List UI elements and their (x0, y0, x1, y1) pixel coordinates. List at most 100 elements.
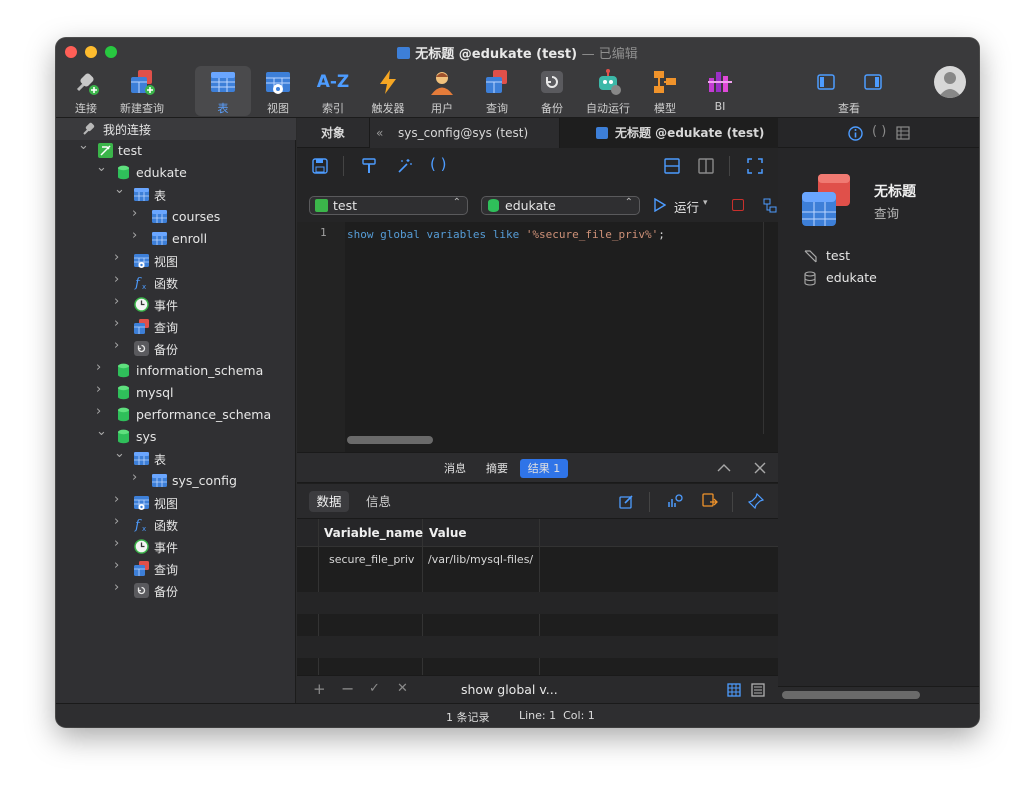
chevron-right-icon[interactable]: › (114, 537, 124, 550)
chevron-right-icon[interactable]: › (114, 493, 124, 506)
chevron-down-icon[interactable]: ⌄ (96, 425, 107, 438)
tab-messages[interactable]: 消息 (444, 459, 466, 478)
sidebar-tree-item[interactable]: › 视图 (56, 492, 296, 514)
sidebar-tree-item[interactable]: › 查询 (56, 558, 296, 580)
chevron-up-icon[interactable] (717, 463, 731, 473)
chevron-down-icon[interactable]: ⌄ (78, 139, 89, 152)
sidebar-tree-item[interactable]: ⌄ sys (56, 425, 296, 448)
sidebar-tree-item[interactable]: › sys_config (56, 470, 296, 492)
info-panel: ( ) 无标题 查询 test edukate (778, 118, 979, 703)
chevron-right-icon[interactable]: › (96, 383, 106, 396)
tab-sys-config[interactable]: « sys_config@sys (test) (370, 118, 560, 148)
tab-objects[interactable]: 对象 (297, 118, 370, 148)
save-icon[interactable] (312, 158, 328, 174)
sidebar-tree-item[interactable]: › performance_schema (56, 404, 296, 426)
sidebar-tree-item[interactable]: ⌄ 表 (56, 183, 296, 206)
chevron-right-icon[interactable]: › (114, 559, 124, 572)
sidebar-tree-item[interactable]: › f x 函数 (56, 272, 296, 294)
delete-row-icon[interactable]: − (341, 679, 354, 698)
my-connections-header[interactable]: 我的连接 (56, 118, 296, 140)
sidebar-tree-item[interactable]: ⌄ edukate (56, 161, 296, 184)
tab-result-1[interactable]: 结果 1 (520, 459, 568, 478)
avatar[interactable] (934, 66, 966, 98)
chevron-right-icon[interactable]: › (132, 229, 142, 242)
chevron-right-icon[interactable]: › (114, 515, 124, 528)
chart-search-icon[interactable] (667, 493, 683, 509)
pin-icon[interactable] (748, 493, 764, 509)
column-header-value[interactable]: Value (429, 519, 467, 547)
chevron-right-icon[interactable]: › (96, 405, 106, 418)
discard-x-icon[interactable]: ✕ (397, 681, 408, 696)
add-row-icon[interactable]: + (313, 680, 326, 698)
export-icon[interactable] (702, 493, 718, 509)
sidebar-tree-item[interactable]: › 备份 (56, 580, 296, 602)
subtab-info[interactable]: 信息 (366, 491, 391, 512)
fullscreen-icon[interactable] (747, 158, 763, 174)
toolbar-user-button[interactable]: 用户 (414, 66, 470, 116)
grid-view-icon[interactable] (727, 683, 741, 697)
toolbar-table-button[interactable]: 表 (195, 66, 251, 116)
toolbar-automation-button[interactable]: 自动运行 (580, 66, 636, 116)
subtab-data[interactable]: 数据 (309, 491, 349, 512)
editor-scrollbar[interactable] (347, 436, 433, 444)
chevron-right-icon[interactable]: › (132, 207, 142, 220)
sidebar-tree-item[interactable]: › courses (56, 206, 296, 228)
toolbar-bi-button[interactable]: BI (692, 66, 748, 116)
sidebar-tree-item[interactable]: ⌄ test (56, 139, 296, 162)
sidebar-tree-item[interactable]: › information_schema (56, 360, 296, 382)
format-brush-icon[interactable] (361, 158, 377, 174)
ddl-icon[interactable]: ( ) (872, 124, 886, 139)
explain-icon[interactable] (763, 198, 777, 213)
sidebar-tree-item[interactable]: › 视图 (56, 250, 296, 272)
magic-wand-icon[interactable] (396, 158, 412, 174)
split-vertical-icon[interactable] (698, 158, 714, 174)
toolbar-view-layout-button[interactable]: 查看 (817, 66, 882, 116)
chevron-right-icon[interactable]: › (114, 581, 124, 594)
tab-summary[interactable]: 摘要 (486, 459, 508, 478)
close-icon[interactable] (754, 462, 766, 474)
sidebar-tree-item[interactable]: › 备份 (56, 338, 296, 360)
toolbar-query-button[interactable]: 查询 (469, 66, 525, 116)
chevron-right-icon[interactable]: › (114, 251, 124, 264)
sql-editor[interactable]: 1 show global variables like '%secure_fi… (297, 222, 778, 452)
chevron-down-icon[interactable]: ⌄ (114, 447, 125, 460)
chevron-right-icon[interactable]: › (114, 295, 124, 308)
sidebar-tree-item[interactable]: › 事件 (56, 536, 296, 558)
tab-overflow-chevron-icon[interactable]: « (376, 118, 383, 148)
sidebar-tree-item[interactable]: › 事件 (56, 294, 296, 316)
sidebar-tree-item[interactable]: › f x 函数 (56, 514, 296, 536)
chevron-down-icon[interactable]: ⌄ (114, 183, 125, 196)
table-row[interactable]: secure_file_priv /var/lib/mysql-files/ (297, 548, 778, 570)
sidebar-tree-item[interactable]: › enroll (56, 228, 296, 250)
chevron-right-icon[interactable]: › (132, 471, 142, 484)
toolbar-new-query-button[interactable]: 新建查询 (114, 66, 170, 116)
chevron-right-icon[interactable]: › (114, 273, 124, 286)
toolbar-model-button[interactable]: 模型 (637, 66, 693, 116)
edit-pencil-icon[interactable] (619, 494, 634, 509)
sql-code-line[interactable]: show global variables like '%secure_file… (347, 228, 665, 241)
sidebar-tree-item[interactable]: ⌄ 表 (56, 447, 296, 470)
info-scrollbar[interactable] (782, 691, 920, 699)
tab-untitled-query[interactable]: 无标题 @edukate (test) (560, 118, 778, 148)
table-grid-icon[interactable] (896, 126, 910, 140)
toolbar-index-button[interactable]: A-Z 索引 (305, 66, 361, 116)
code-snippet-icon[interactable]: ( ) (430, 155, 446, 173)
form-view-icon[interactable] (751, 683, 765, 697)
info-icon[interactable] (848, 126, 863, 141)
toolbar-connect-button[interactable]: 连接 (58, 66, 114, 116)
toolbar-backup-button[interactable]: 备份 (524, 66, 580, 116)
sidebar-tree-item[interactable]: › 查询 (56, 316, 296, 338)
connection-select[interactable]: test ⌃ (309, 196, 468, 215)
sidebar-tree-item[interactable]: › mysql (56, 382, 296, 404)
toolbar-trigger-button[interactable]: 触发器 (360, 66, 416, 116)
chevron-right-icon[interactable]: › (114, 339, 124, 352)
stop-icon[interactable] (732, 199, 744, 211)
column-header-variable-name[interactable]: Variable_name (324, 519, 423, 547)
toolbar-view-button[interactable]: 视图 (250, 66, 306, 116)
apply-check-icon[interactable]: ✓ (369, 681, 380, 696)
database-select[interactable]: edukate ⌃ (481, 196, 640, 215)
chevron-down-icon[interactable]: ⌄ (96, 161, 107, 174)
split-horizontal-icon[interactable] (664, 158, 680, 174)
chevron-right-icon[interactable]: › (114, 317, 124, 330)
chevron-right-icon[interactable]: › (96, 361, 106, 374)
